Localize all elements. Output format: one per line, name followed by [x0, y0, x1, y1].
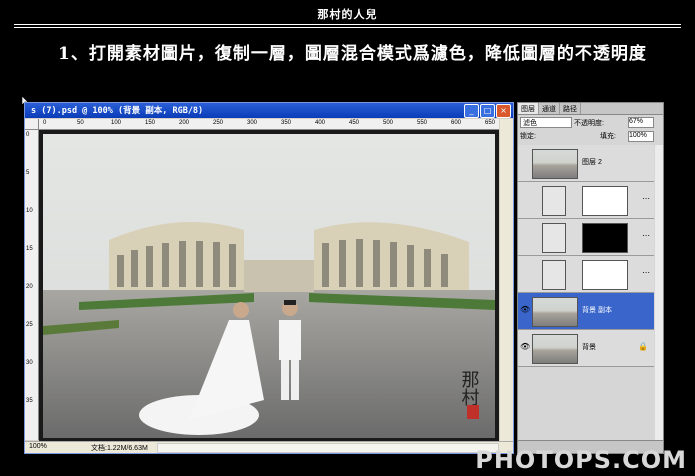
ruler-tick: 500 — [383, 120, 394, 126]
header-divider — [14, 24, 681, 25]
zoom-level[interactable]: 100% — [29, 443, 47, 450]
lock-icon: 🔒 — [638, 342, 648, 351]
ruler-tick: 400 — [315, 120, 326, 126]
lock-row: 锁定: 填充: 100% — [520, 131, 660, 142]
ruler-tick: 200 — [179, 120, 190, 126]
eye-icon[interactable]: 👁 — [520, 342, 530, 352]
layer-row[interactable]: 👁 背景 🔒 — [518, 330, 654, 367]
layer-thumbnail — [542, 186, 566, 216]
layer-thumbnail — [532, 297, 578, 327]
vruler-tick: 15 — [26, 246, 33, 252]
layers-panel: 图层 通道 路径 滤色 不透明度: 67% 锁定: 填充: 100% 图层 2 ⋯ ⋯ ⋯… — [517, 102, 664, 454]
layer-mask-thumbnail[interactable] — [582, 260, 628, 290]
ruler-tick: 450 — [349, 120, 360, 126]
opacity-label: 不透明度: — [574, 120, 604, 127]
vruler-tick: 0 — [26, 132, 30, 138]
ruler-tick: 650 — [485, 120, 496, 126]
horizontal-scrollbar[interactable] — [157, 443, 499, 453]
vruler-tick: 5 — [26, 170, 30, 176]
blend-row: 滤色 不透明度: 67% — [520, 117, 660, 128]
ruler-tick: 350 — [281, 120, 292, 126]
more-icon: ⋯ — [642, 268, 650, 277]
minimize-button[interactable]: _ — [464, 104, 479, 118]
tab-2[interactable]: 路径 — [560, 103, 581, 114]
vruler-tick: 10 — [26, 208, 33, 214]
eye-icon[interactable] — [520, 268, 528, 278]
vruler-tick: 35 — [26, 398, 33, 404]
layer-row[interactable]: ⋯ — [518, 256, 654, 293]
fill-input[interactable]: 100% — [628, 131, 654, 142]
vruler-tick: 20 — [26, 284, 33, 290]
document-titlebar[interactable]: s (7).psd @ 100% (背景 副本, RGB/8) _ □ × — [25, 103, 513, 118]
wedding-photo: 那村 — [39, 130, 499, 442]
ruler-tick: 600 — [451, 120, 462, 126]
eye-icon[interactable] — [520, 194, 528, 204]
status-bar: 100% 文档:1.22M/6.63M — [25, 441, 513, 453]
layer-row[interactable]: 图层 2 — [518, 145, 654, 182]
tab-1[interactable]: 通道 — [539, 103, 560, 114]
layer-name[interactable]: 图层 2 — [582, 157, 602, 167]
more-icon: ⋯ — [642, 231, 650, 240]
more-icon: ⋯ — [642, 194, 650, 203]
ruler-tick: 150 — [145, 120, 156, 126]
ruler-tick: 100 — [111, 120, 122, 126]
lock-label: 锁定: — [520, 133, 536, 140]
document-title: s (7).psd @ 100% (背景 副本, RGB/8) — [31, 106, 204, 116]
layer-thumbnail — [542, 260, 566, 290]
ruler-tick: 250 — [213, 120, 224, 126]
ruler-tick: 300 — [247, 120, 258, 126]
tab-0[interactable]: 图层 — [518, 103, 539, 114]
image-canvas[interactable]: 那村 — [39, 130, 499, 442]
layer-row[interactable]: ⋯ — [518, 219, 654, 256]
eye-icon[interactable] — [520, 157, 528, 167]
layer-thumbnail — [532, 334, 578, 364]
opacity-input[interactable]: 67% — [628, 117, 654, 128]
layer-name[interactable]: 背景 — [582, 342, 596, 352]
layer-mask-thumbnail[interactable] — [582, 186, 628, 216]
site-watermark: PHOTOPS.COM — [475, 446, 687, 474]
vertical-scrollbar[interactable] — [500, 119, 513, 442]
panel-tabs: 图层 通道 路径 — [518, 103, 663, 115]
layer-name[interactable]: 背景 副本 — [582, 305, 612, 315]
ruler-corner[interactable] — [25, 119, 39, 130]
document-size: 文档:1.22M/6.63M — [91, 445, 148, 452]
horizontal-ruler[interactable]: 0 50 100 150 200 250 300 350 400 450 500 550 600 650 — [39, 119, 499, 130]
vruler-tick: 25 — [26, 322, 33, 328]
layer-thumbnail — [532, 149, 578, 179]
vertical-ruler[interactable]: 0 5 10 15 20 25 30 35 — [25, 130, 39, 440]
layer-row[interactable]: 👁 背景 副本 — [518, 293, 654, 330]
svg-text:那村: 那村 — [459, 370, 480, 406]
page-header-title: 那村的人兒 — [317, 8, 378, 21]
close-button[interactable]: × — [496, 104, 511, 118]
layer-thumbnail — [542, 223, 566, 253]
ruler-tick: 0 — [43, 120, 47, 126]
eye-icon[interactable]: 👁 — [520, 305, 530, 315]
layer-row[interactable]: ⋯ — [518, 182, 654, 219]
document-window[interactable]: s (7).psd @ 100% (背景 副本, RGB/8) _ □ × 0 5… — [24, 102, 514, 454]
ruler-tick: 50 — [77, 120, 84, 126]
header-divider-2 — [14, 27, 681, 28]
eye-icon[interactable] — [520, 231, 528, 241]
panel-scrollbar[interactable] — [655, 145, 663, 440]
step-instruction: 1、打開素材圖片，復制一層，圖層混合模式爲濾色，降低圖層的不透明度 — [58, 44, 647, 64]
vruler-tick: 30 — [26, 360, 33, 366]
layer-mask-thumbnail[interactable] — [582, 223, 628, 253]
blend-mode-select[interactable]: 滤色 — [520, 117, 572, 128]
ruler-tick: 550 — [417, 120, 428, 126]
fill-label: 填充: — [600, 133, 616, 140]
maximize-button[interactable]: □ — [480, 104, 495, 118]
